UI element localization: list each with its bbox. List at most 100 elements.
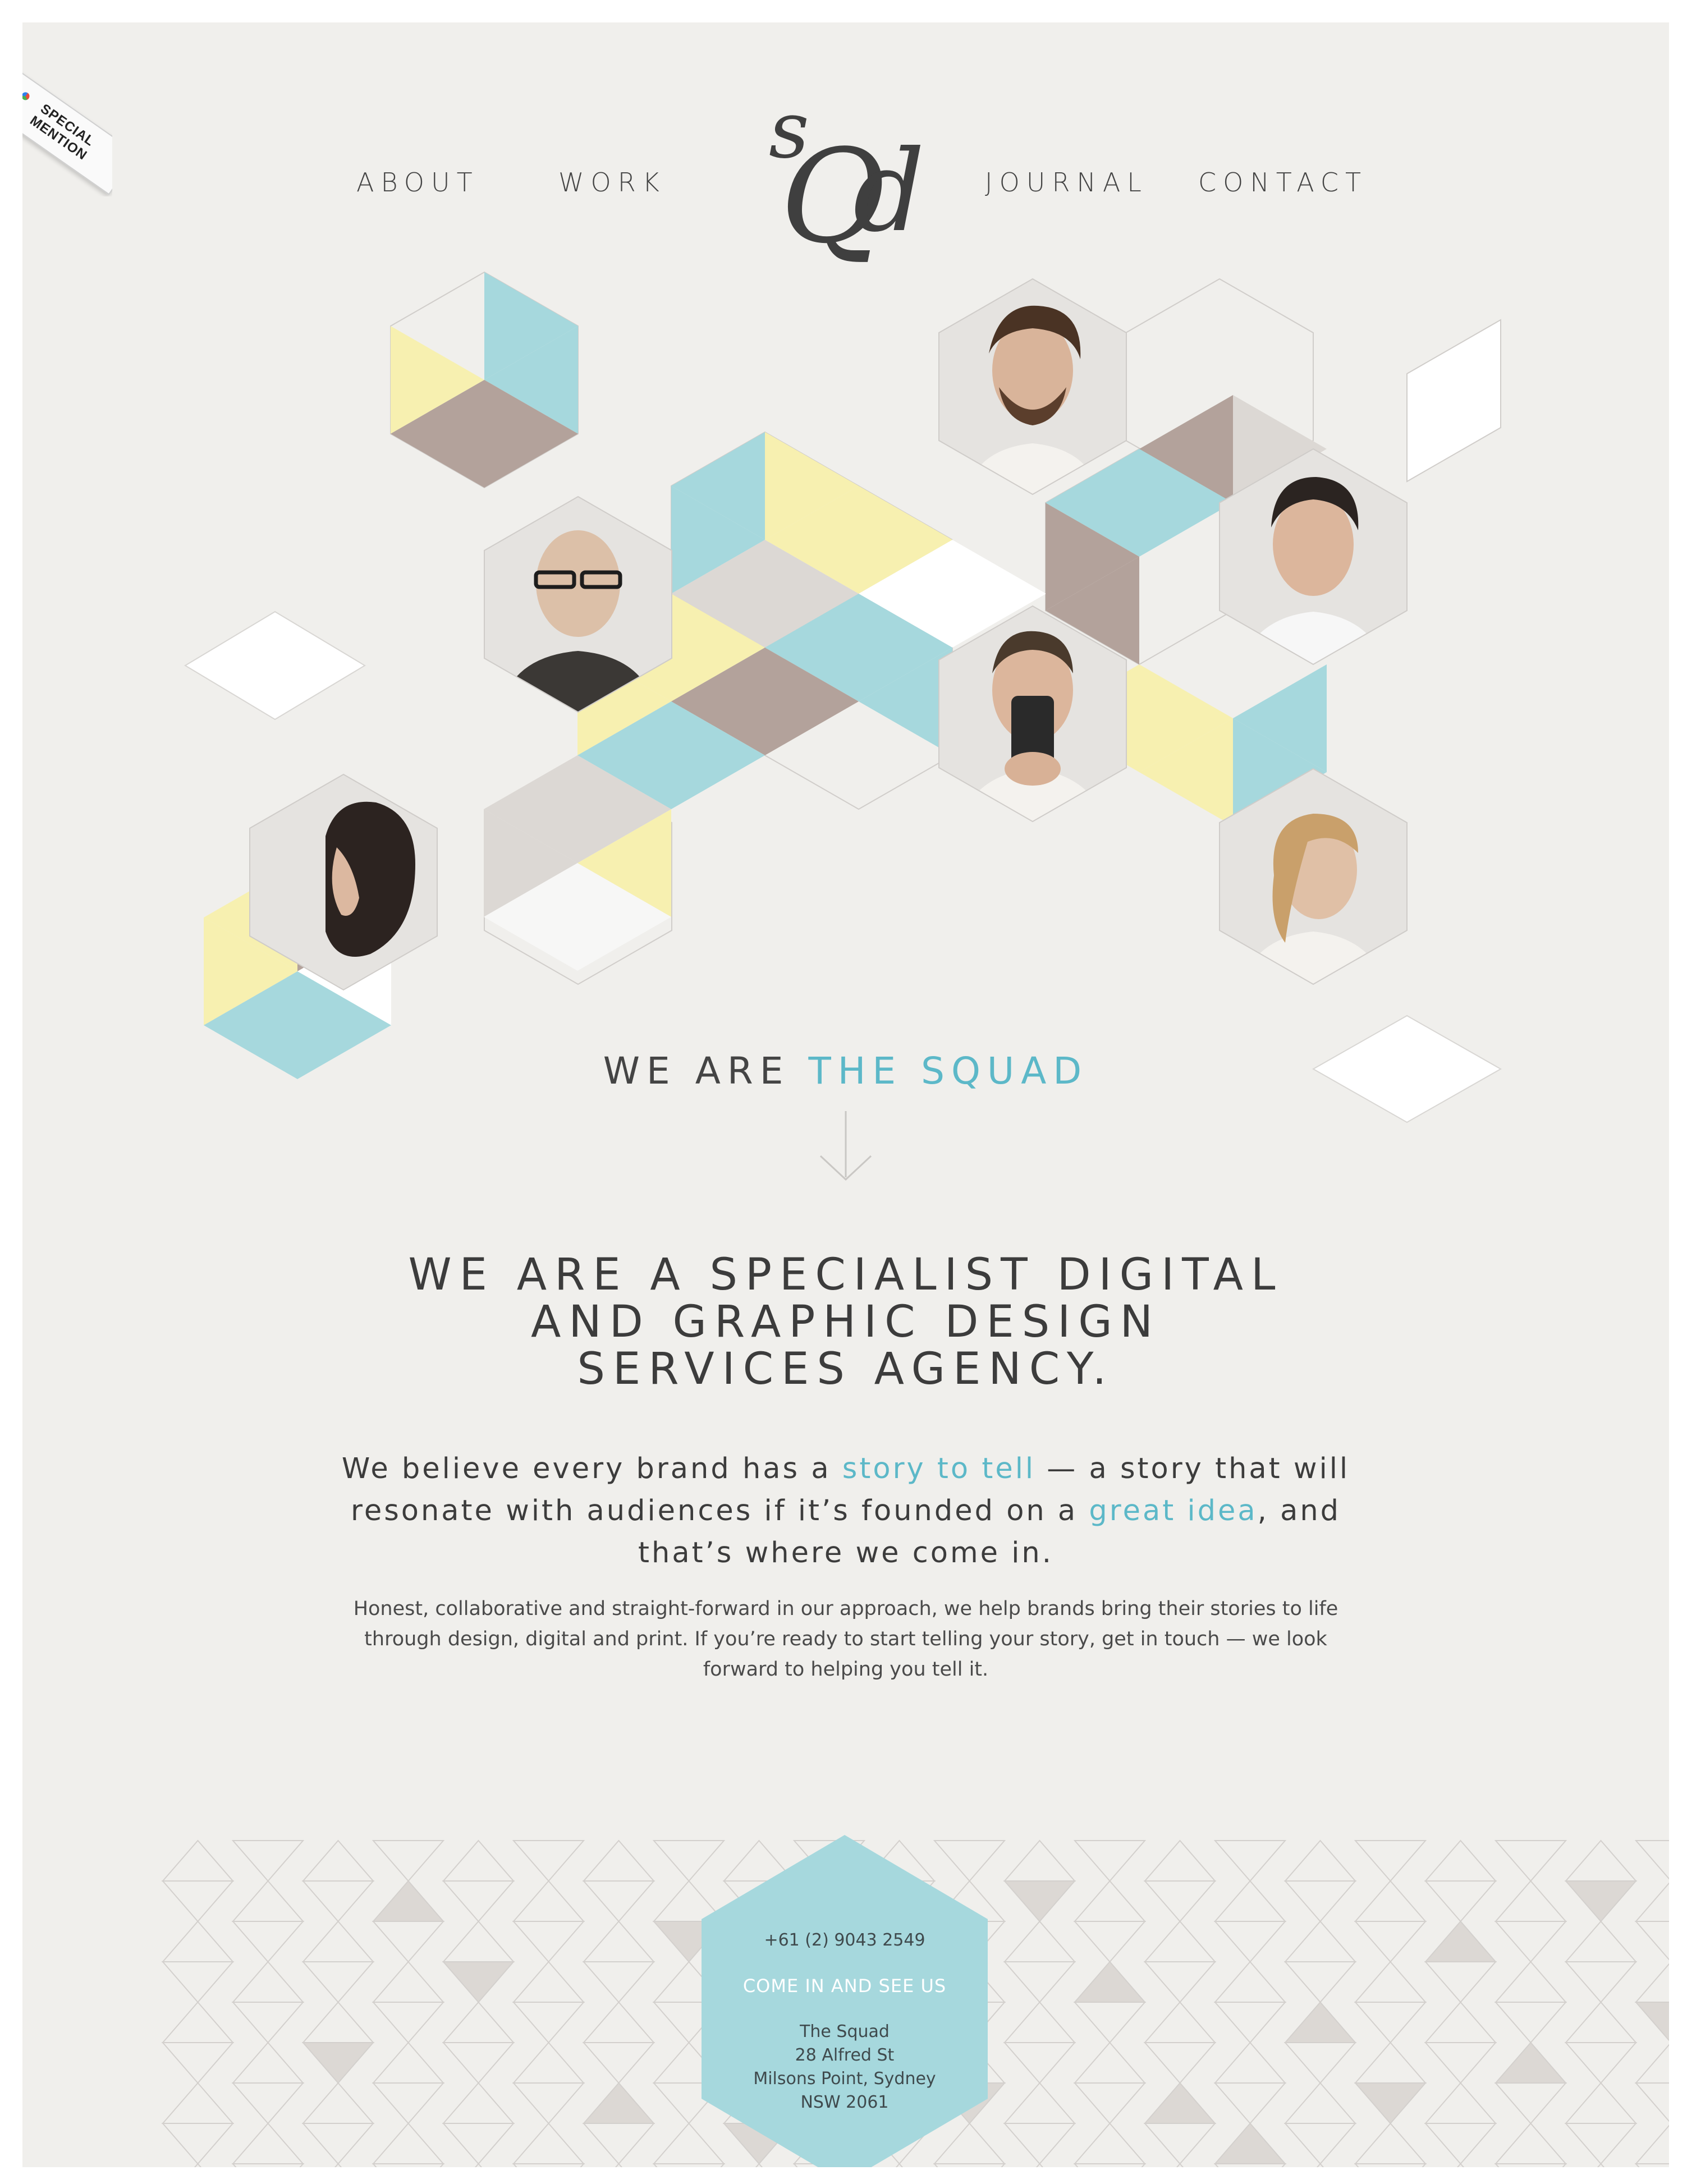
contact-street: 28 Alfred St	[795, 2045, 895, 2065]
story-to-tell-link[interactable]: story to tell	[842, 1452, 1035, 1485]
footer-triangle	[1213, 1961, 1287, 2003]
footer-triangle	[161, 2123, 235, 2165]
diamond-tile	[1406, 319, 1501, 483]
body-paragraph: Honest, collaborative and straight-forwa…	[353, 1598, 1338, 1681]
footer-triangle	[512, 2163, 585, 2167]
footer-triangle	[1424, 1880, 1497, 1923]
footer-triangle	[512, 1880, 585, 1922]
arrow-down-icon[interactable]	[819, 1111, 872, 1184]
footer-triangle	[442, 1880, 515, 1923]
team-portrait[interactable]	[937, 278, 1128, 497]
footer-triangle	[1634, 1840, 1669, 1880]
footer-triangle	[1597, 2163, 1605, 2167]
footer-triangle	[1073, 2002, 1147, 2044]
footer-triangle	[231, 1840, 305, 1882]
tagline-prefix: WE ARE	[603, 1049, 809, 1093]
footer-triangle	[372, 2163, 445, 2167]
footer-triangle	[372, 2122, 445, 2164]
nav-work[interactable]: WORK	[558, 167, 666, 198]
footer-triangle	[372, 1921, 445, 1963]
footer-triangle	[582, 2082, 655, 2124]
footer-triangle	[1003, 1961, 1076, 2003]
footer-triangle	[1634, 1921, 1669, 1961]
footer-triangle	[301, 1880, 375, 1923]
footer-triangle	[161, 1961, 235, 2003]
footer-triangle	[512, 1840, 585, 1882]
squad-logo[interactable]: s Q d	[746, 90, 937, 269]
footer-triangle	[1073, 1880, 1147, 1922]
footer-triangle	[1213, 2163, 1287, 2167]
contact-suburb: Milsons Point, Sydney	[753, 2069, 936, 2089]
footer-triangle	[1213, 1840, 1287, 1882]
footer-triangle	[1494, 2163, 1567, 2167]
footer-triangle	[1494, 1840, 1567, 1882]
footer-triangle	[1035, 2163, 1044, 2167]
footer-triangle	[1316, 2163, 1324, 2167]
contact-cta-link[interactable]: COME IN AND SEE US	[702, 1975, 988, 1997]
contact-name: The Squad	[800, 2022, 890, 2041]
great-idea-link[interactable]: great idea	[1089, 1494, 1257, 1527]
footer-triangle	[1494, 1961, 1567, 2003]
footer-triangle	[1424, 1839, 1497, 1882]
footer-triangle	[582, 1880, 655, 1923]
footer-triangle	[1494, 1921, 1567, 1963]
footer-triangle	[1564, 1961, 1638, 2003]
headline-line: SERVICES AGENCY.	[577, 1344, 1115, 1394]
footer-triangle	[1143, 1961, 1217, 2003]
tagline: WE ARE THE SQUAD	[22, 1049, 1669, 1093]
footer-triangle	[442, 2082, 515, 2124]
footer-triangle	[512, 2122, 585, 2164]
footer-triangle	[1564, 1880, 1638, 1923]
footer-triangle	[1213, 2041, 1287, 2084]
footer-triangle	[1354, 1961, 1427, 2003]
footer-triangle	[301, 2042, 375, 2084]
footer-triangle	[1494, 2041, 1567, 2084]
footer-triangle	[231, 1961, 305, 2003]
footer-triangle	[1003, 2001, 1076, 2043]
footer-triangle	[1564, 2001, 1638, 2043]
footer-triangle	[1424, 2001, 1497, 2043]
contact-hexagon	[702, 1835, 988, 2167]
footer-triangle	[582, 1839, 655, 1882]
footer-triangle	[1073, 1961, 1147, 2003]
footer-triangle	[1283, 1920, 1357, 1962]
footer-triangle	[301, 1920, 375, 1962]
nav-contact[interactable]: CONTACT	[1198, 167, 1368, 198]
footer-triangle	[474, 2163, 483, 2167]
footer-triangle	[1283, 2042, 1357, 2084]
footer-triangle	[1283, 2082, 1357, 2124]
footer-triangle	[582, 2123, 655, 2165]
footer-triangle	[1073, 2041, 1147, 2084]
footer-triangle	[582, 1920, 655, 1962]
footer-triangle	[301, 2082, 375, 2124]
headline-line: AND GRAPHIC DESIGN	[531, 1297, 1161, 1347]
footer-triangle	[1283, 1839, 1357, 1882]
contact-phone[interactable]: +61 (2) 9043 2549	[702, 1930, 988, 1950]
footer-triangle	[1634, 2082, 1669, 2122]
footer-triangle	[1354, 1880, 1427, 1922]
footer-triangle	[1424, 1920, 1497, 1962]
footer-triangle	[1073, 1840, 1147, 1882]
footer-triangle	[1494, 2002, 1567, 2044]
footer-triangle	[1354, 1921, 1427, 1963]
footer-triangle	[372, 2041, 445, 2084]
footer-triangle	[161, 2042, 235, 2084]
lead-text: We believe every brand has a	[341, 1452, 842, 1485]
footer-triangle	[231, 2122, 305, 2164]
footer-triangle	[1634, 1963, 1669, 2003]
footer-triangle	[161, 1920, 235, 1962]
footer-triangle	[1213, 2002, 1287, 2044]
footer-triangle	[1003, 2082, 1076, 2124]
footer-triangle	[442, 1839, 515, 1882]
footer-triangle	[1143, 1880, 1217, 1923]
footer-triangle	[231, 1921, 305, 1963]
footer-triangle	[1176, 2163, 1184, 2167]
footer-triangle	[1283, 2001, 1357, 2043]
nav-journal[interactable]: JOURNAL	[985, 167, 1148, 198]
footer-triangle	[301, 2001, 375, 2043]
footer-triangle	[512, 2002, 585, 2044]
footer-triangle	[1564, 1839, 1638, 1882]
footer-triangle	[1494, 1880, 1567, 1922]
footer-triangle	[231, 1880, 305, 1922]
nav-about[interactable]: ABOUT	[356, 167, 479, 198]
